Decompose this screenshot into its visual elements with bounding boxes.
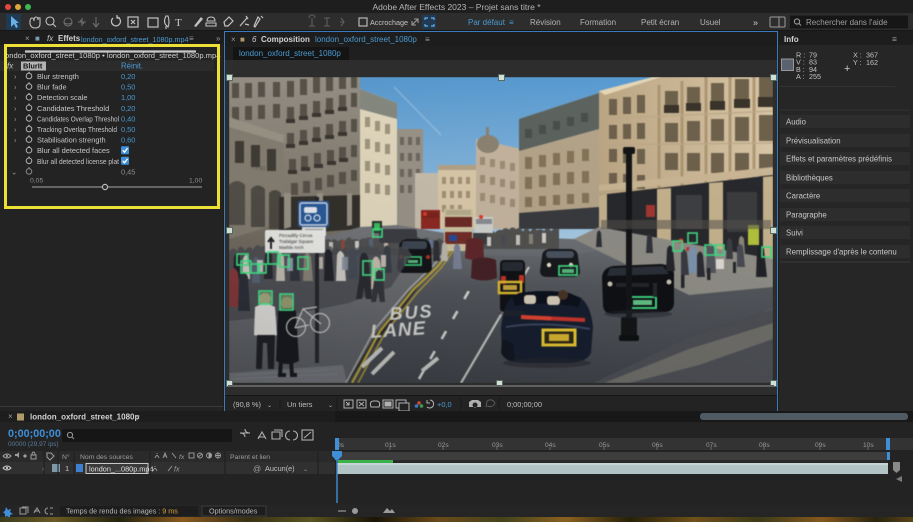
svg-text:Temps de rendu des images : 9: Temps de rendu des images : 9 ms [66,507,178,516]
svg-text:(90,8 %): (90,8 %) [233,400,261,409]
svg-text:×: × [8,412,13,421]
svg-text:02s: 02s [438,442,449,449]
svg-text:07s: 07s [706,442,717,449]
svg-text:Rechercher dans l'aide: Rechercher dans l'aide [806,18,888,27]
svg-text:06s: 06s [652,442,663,449]
svg-text:Options/modes: Options/modes [209,507,258,516]
svg-text:⌄: ⌄ [267,403,272,409]
svg-text:Audio: Audio [786,118,807,127]
svg-text:+: + [844,63,850,75]
svg-text:162: 162 [866,58,878,67]
svg-text:A :: A : [796,72,804,81]
svg-text:0;00;00;00: 0;00;00;00 [507,400,542,409]
svg-text:Paragraphe: Paragraphe [786,211,827,220]
svg-text:@: @ [253,465,261,474]
svg-text:05s: 05s [599,442,610,449]
svg-text:Suivi: Suivi [786,229,803,238]
svg-text:255: 255 [809,72,821,81]
svg-text:≡: ≡ [892,34,897,44]
svg-text:N°: N° [62,453,70,461]
svg-text:Y :: Y : [853,58,862,67]
svg-text:london_...080p.mp4: london_...080p.mp4 [89,465,154,474]
svg-text:Remplissage d'après le contenu: Remplissage d'après le contenu [786,248,897,257]
svg-text:Accrochage: Accrochage [370,18,408,27]
svg-text:»: » [753,18,758,28]
svg-text:08s: 08s [759,442,770,449]
svg-text:london_oxford_street_1080p: london_oxford_street_1080p [30,413,139,422]
svg-text:0;00;00;00: 0;00;00;00 [8,428,61,440]
svg-text:Un tiers: Un tiers [287,400,313,409]
svg-text:fx: fx [174,467,180,474]
svg-text:T: T [175,17,182,29]
svg-text:Petit écran: Petit écran [641,18,679,27]
svg-text:Aucun(e): Aucun(e) [265,464,295,473]
svg-text:09s: 09s [815,442,826,449]
svg-text:01s: 01s [385,442,396,449]
svg-text:Prévisualisation: Prévisualisation [786,137,841,146]
svg-text:1: 1 [65,464,69,473]
svg-text:≡: ≡ [135,413,140,422]
svg-text:⌄: ⌄ [303,467,308,473]
svg-text:10s: 10s [863,442,874,449]
svg-text:+0,0: +0,0 [437,400,452,409]
svg-text:Effets et paramètres prédéfini: Effets et paramètres prédéfinis [786,155,892,164]
svg-text:⌄: ⌄ [328,403,333,409]
svg-text:00000 (29,97 ips): 00000 (29,97 ips) [8,441,59,448]
svg-text:03s: 03s [492,442,503,449]
svg-text:Usuel: Usuel [700,18,721,27]
svg-text:Nom des sources: Nom des sources [80,454,133,461]
svg-text:04s: 04s [545,442,556,449]
svg-text:Révision: Révision [530,18,561,27]
svg-text:Parent et lien: Parent et lien [230,454,270,461]
svg-text:Caractère: Caractère [786,192,820,201]
svg-text:≡: ≡ [509,18,514,27]
svg-text:Bibliothèques: Bibliothèques [786,174,833,183]
svg-text:Formation: Formation [580,18,616,27]
svg-text:fx: fx [179,454,185,461]
svg-text:Par défaut: Par défaut [468,18,506,27]
svg-text:Info: Info [784,35,799,44]
